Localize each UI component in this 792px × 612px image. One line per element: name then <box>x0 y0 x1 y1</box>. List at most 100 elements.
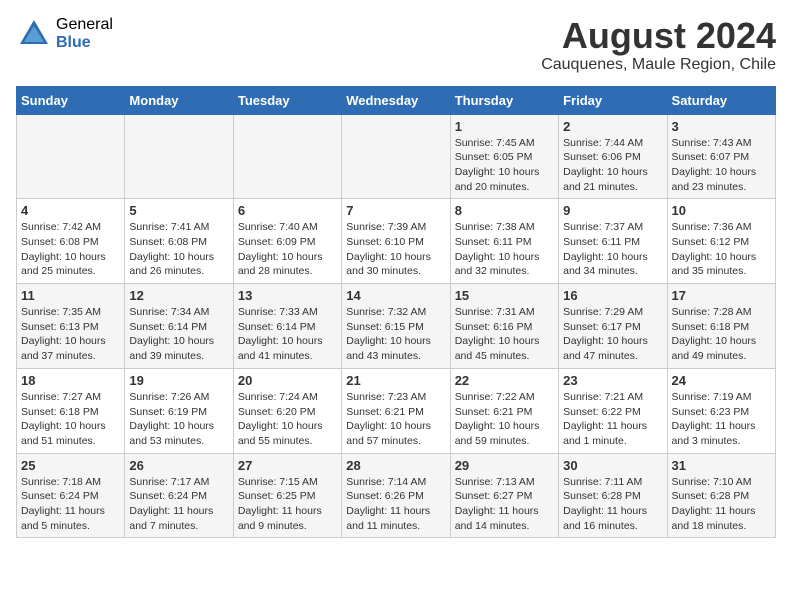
calendar-cell <box>342 114 450 199</box>
day-info: Sunrise: 7:19 AM Sunset: 6:23 PM Dayligh… <box>672 390 771 449</box>
calendar-cell: 5Sunrise: 7:41 AM Sunset: 6:08 PM Daylig… <box>125 199 233 284</box>
calendar-cell: 17 Sunrise: 7:28 AM Sunset: 6:18 PM Dayli… <box>667 284 775 369</box>
day-info: Sunrise: 7:23 AM Sunset: 6:21 PM Dayligh… <box>346 390 445 449</box>
weekday-header: Wednesday <box>342 86 450 114</box>
weekday-header: Monday <box>125 86 233 114</box>
day-number: 3 <box>672 119 771 134</box>
calendar-cell <box>233 114 341 199</box>
calendar-cell: 2Sunrise: 7:44 AM Sunset: 6:06 PM Daylig… <box>559 114 667 199</box>
calendar-cell: 7 Sunrise: 7:39 AM Sunset: 6:10 PM Daylig… <box>342 199 450 284</box>
logo-blue-text: Blue <box>56 34 113 52</box>
day-number: 1 <box>455 119 554 134</box>
day-number: 6 <box>238 203 337 218</box>
weekday-header: Friday <box>559 86 667 114</box>
day-info: Sunrise: 7:33 AM Sunset: 6:14 PM Dayligh… <box>238 305 337 364</box>
calendar-cell: 26 Sunrise: 7:17 AM Sunset: 6:24 PM Dayli… <box>125 453 233 538</box>
logo-general: General <box>56 16 113 34</box>
day-number: 8 <box>455 203 554 218</box>
calendar-cell: 16 Sunrise: 7:29 AM Sunset: 6:17 PM Dayli… <box>559 284 667 369</box>
day-number: 25 <box>21 458 120 473</box>
day-info: Sunrise: 7:17 AM Sunset: 6:24 PM Dayligh… <box>129 475 228 534</box>
day-info: Sunrise: 7:39 AM Sunset: 6:10 PM Dayligh… <box>346 220 445 279</box>
day-number: 31 <box>672 458 771 473</box>
day-number: 16 <box>563 288 662 303</box>
day-info: Sunrise: 7:36 AM Sunset: 6:12 PM Dayligh… <box>672 220 771 279</box>
day-info: Sunrise: 7:22 AM Sunset: 6:21 PM Dayligh… <box>455 390 554 449</box>
calendar-cell: 28 Sunrise: 7:14 AM Sunset: 6:26 PM Dayli… <box>342 453 450 538</box>
day-info: Sunrise: 7:14 AM Sunset: 6:26 PM Dayligh… <box>346 475 445 534</box>
day-number: 27 <box>238 458 337 473</box>
day-info: Sunrise: 7:35 AM Sunset: 6:13 PM Dayligh… <box>21 305 120 364</box>
calendar-cell: 23Sunrise: 7:21 AM Sunset: 6:22 PM Dayli… <box>559 368 667 453</box>
logo: General Blue <box>16 16 113 52</box>
day-number: 12 <box>129 288 228 303</box>
day-number: 7 <box>346 203 445 218</box>
day-number: 17 <box>672 288 771 303</box>
calendar-cell: 31 Sunrise: 7:10 AM Sunset: 6:28 PM Dayli… <box>667 453 775 538</box>
title-section: August 2024 Cauquenes, Maule Region, Chi… <box>541 16 776 74</box>
day-number: 9 <box>563 203 662 218</box>
calendar-cell: 22 Sunrise: 7:22 AM Sunset: 6:21 PM Dayli… <box>450 368 558 453</box>
day-number: 29 <box>455 458 554 473</box>
calendar-cell <box>17 114 125 199</box>
day-info: Sunrise: 7:11 AM Sunset: 6:28 PM Dayligh… <box>563 475 662 534</box>
day-info: Sunrise: 7:28 AM Sunset: 6:18 PM Dayligh… <box>672 305 771 364</box>
weekday-header: Sunday <box>17 86 125 114</box>
day-number: 13 <box>238 288 337 303</box>
day-info: Sunrise: 7:42 AM Sunset: 6:08 PM Dayligh… <box>21 220 120 279</box>
day-info: Sunrise: 7:26 AM Sunset: 6:19 PM Dayligh… <box>129 390 228 449</box>
day-number: 28 <box>346 458 445 473</box>
calendar-cell: 29 Sunrise: 7:13 AM Sunset: 6:27 PM Dayli… <box>450 453 558 538</box>
day-info: Sunrise: 7:31 AM Sunset: 6:16 PM Dayligh… <box>455 305 554 364</box>
day-number: 11 <box>21 288 120 303</box>
day-info: Sunrise: 7:45 AM Sunset: 6:05 PM Dayligh… <box>455 136 554 195</box>
day-info: Sunrise: 7:38 AM Sunset: 6:11 PM Dayligh… <box>455 220 554 279</box>
day-info: Sunrise: 7:10 AM Sunset: 6:28 PM Dayligh… <box>672 475 771 534</box>
weekday-header: Saturday <box>667 86 775 114</box>
day-number: 14 <box>346 288 445 303</box>
day-number: 20 <box>238 373 337 388</box>
calendar-cell: 18 Sunrise: 7:27 AM Sunset: 6:18 PM Dayli… <box>17 368 125 453</box>
calendar-cell: 3 Sunrise: 7:43 AM Sunset: 6:07 PM Daylig… <box>667 114 775 199</box>
day-info: Sunrise: 7:40 AM Sunset: 6:09 PM Dayligh… <box>238 220 337 279</box>
logo-text: General Blue <box>56 16 113 51</box>
day-number: 19 <box>129 373 228 388</box>
day-number: 2 <box>563 119 662 134</box>
day-number: 24 <box>672 373 771 388</box>
day-info: Sunrise: 7:43 AM Sunset: 6:07 PM Dayligh… <box>672 136 771 195</box>
day-number: 30 <box>563 458 662 473</box>
day-info: Sunrise: 7:13 AM Sunset: 6:27 PM Dayligh… <box>455 475 554 534</box>
calendar-week-row: 1 Sunrise: 7:45 AM Sunset: 6:05 PM Daylig… <box>17 114 776 199</box>
day-info: Sunrise: 7:32 AM Sunset: 6:15 PM Dayligh… <box>346 305 445 364</box>
day-info: Sunrise: 7:21 AM Sunset: 6:22 PM Dayligh… <box>563 390 662 449</box>
day-info: Sunrise: 7:15 AM Sunset: 6:25 PM Dayligh… <box>238 475 337 534</box>
location: Cauquenes, Maule Region, Chile <box>541 56 776 74</box>
weekday-header: Thursday <box>450 86 558 114</box>
calendar-cell: 4 Sunrise: 7:42 AM Sunset: 6:08 PM Daylig… <box>17 199 125 284</box>
header: General Blue August 2024 Cauquenes, Maul… <box>16 16 776 74</box>
day-number: 18 <box>21 373 120 388</box>
calendar-cell: 30 Sunrise: 7:11 AM Sunset: 6:28 PM Dayli… <box>559 453 667 538</box>
calendar-cell: 25Sunrise: 7:18 AM Sunset: 6:24 PM Dayli… <box>17 453 125 538</box>
day-info: Sunrise: 7:29 AM Sunset: 6:17 PM Dayligh… <box>563 305 662 364</box>
calendar-cell: 11 Sunrise: 7:35 AM Sunset: 6:13 PM Dayli… <box>17 284 125 369</box>
calendar-cell <box>125 114 233 199</box>
day-number: 21 <box>346 373 445 388</box>
calendar-table: SundayMondayTuesdayWednesdayThursdayFrid… <box>16 86 776 539</box>
calendar-cell: 19 Sunrise: 7:26 AM Sunset: 6:19 PM Dayli… <box>125 368 233 453</box>
calendar-cell: 15Sunrise: 7:31 AM Sunset: 6:16 PM Dayli… <box>450 284 558 369</box>
calendar-cell: 20Sunrise: 7:24 AM Sunset: 6:20 PM Dayli… <box>233 368 341 453</box>
calendar-cell: 12 Sunrise: 7:34 AM Sunset: 6:14 PM Dayli… <box>125 284 233 369</box>
calendar-cell: 9 Sunrise: 7:37 AM Sunset: 6:11 PM Daylig… <box>559 199 667 284</box>
day-info: Sunrise: 7:27 AM Sunset: 6:18 PM Dayligh… <box>21 390 120 449</box>
calendar-week-row: 4 Sunrise: 7:42 AM Sunset: 6:08 PM Daylig… <box>17 199 776 284</box>
day-info: Sunrise: 7:34 AM Sunset: 6:14 PM Dayligh… <box>129 305 228 364</box>
day-number: 26 <box>129 458 228 473</box>
day-number: 22 <box>455 373 554 388</box>
day-number: 5 <box>129 203 228 218</box>
weekday-header: Tuesday <box>233 86 341 114</box>
calendar-cell: 27 Sunrise: 7:15 AM Sunset: 6:25 PM Dayli… <box>233 453 341 538</box>
day-info: Sunrise: 7:37 AM Sunset: 6:11 PM Dayligh… <box>563 220 662 279</box>
calendar-cell: 24 Sunrise: 7:19 AM Sunset: 6:23 PM Dayli… <box>667 368 775 453</box>
day-number: 4 <box>21 203 120 218</box>
